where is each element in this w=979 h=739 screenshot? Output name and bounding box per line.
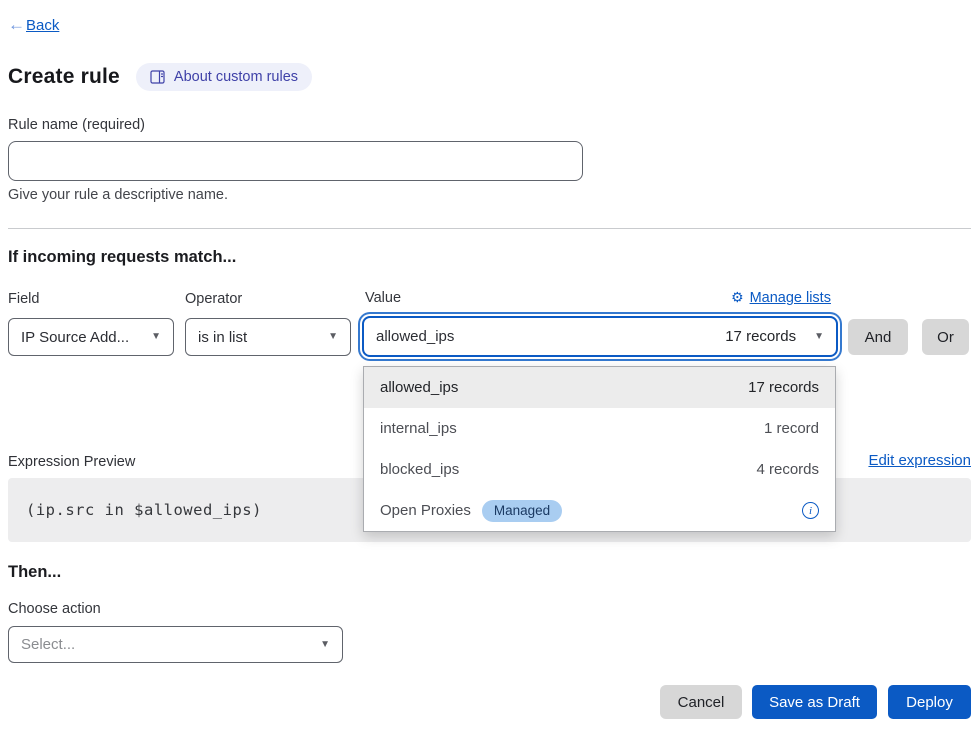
rule-name-help-text: Give your rule a descriptive name. — [8, 187, 228, 203]
action-select-placeholder: Select... — [21, 636, 75, 653]
book-icon — [150, 70, 165, 84]
back-link[interactable]: ←Back — [8, 15, 59, 35]
operator-label: Operator — [185, 291, 242, 307]
info-icon[interactable]: i — [802, 502, 819, 519]
save-as-draft-button[interactable]: Save as Draft — [752, 685, 877, 719]
list-item-records: 1 record — [764, 420, 819, 437]
then-section-heading: Then... — [8, 563, 61, 582]
chevron-down-icon: ▼ — [151, 332, 161, 342]
expression-code: (ip.src in $allowed_ips) — [26, 501, 262, 519]
list-item-name: blocked_ips — [380, 461, 459, 478]
section-divider — [8, 228, 971, 229]
page-title: Create rule — [8, 65, 120, 89]
operator-select-value: is in list — [198, 329, 247, 346]
rule-name-label: Rule name (required) — [8, 117, 145, 133]
back-link-label[interactable]: Back — [26, 17, 59, 34]
title-row: Create rule About custom rules — [8, 63, 312, 91]
chevron-down-icon: ▼ — [328, 332, 338, 342]
about-custom-rules-link[interactable]: About custom rules — [136, 63, 312, 91]
chevron-down-icon: ▼ — [814, 332, 824, 342]
cancel-button[interactable]: Cancel — [660, 685, 742, 719]
or-button[interactable]: Or — [922, 319, 969, 355]
value-dropdown-listbox: allowed_ips 17 records internal_ips 1 re… — [363, 366, 836, 532]
back-arrow-icon: ← — [8, 15, 25, 35]
and-button[interactable]: And — [848, 319, 908, 355]
expression-preview-label: Expression Preview — [8, 454, 135, 470]
field-select[interactable]: IP Source Add... ▼ — [8, 318, 174, 356]
deploy-button[interactable]: Deploy — [888, 685, 971, 719]
rule-name-input[interactable] — [8, 141, 583, 181]
gear-icon: ⚙ — [731, 289, 744, 306]
list-item-internal-ips[interactable]: internal_ips 1 record — [364, 408, 835, 449]
list-item-name: Open Proxies — [380, 502, 471, 519]
value-select[interactable]: allowed_ips 17 records ▼ — [362, 316, 838, 357]
edit-expression-link[interactable]: Edit expression — [868, 452, 971, 469]
list-item-allowed-ips[interactable]: allowed_ips 17 records — [364, 367, 835, 408]
list-item-records: 4 records — [756, 461, 819, 478]
managed-badge: Managed — [482, 500, 562, 522]
list-item-open-proxies[interactable]: Open Proxies Managed i — [364, 490, 835, 531]
action-select[interactable]: Select... ▼ — [8, 626, 343, 663]
about-custom-rules-label: About custom rules — [174, 69, 298, 85]
list-item-blocked-ips[interactable]: blocked_ips 4 records — [364, 449, 835, 490]
list-item-name: allowed_ips — [380, 379, 458, 396]
list-item-name: internal_ips — [380, 420, 457, 437]
list-item-records: 17 records — [748, 379, 819, 396]
field-label: Field — [8, 291, 39, 307]
value-label: Value — [365, 290, 401, 306]
match-section-heading: If incoming requests match... — [8, 248, 236, 267]
operator-select[interactable]: is in list ▼ — [185, 318, 351, 356]
manage-lists-link[interactable]: ⚙ Manage lists — [731, 289, 831, 306]
chevron-down-icon: ▼ — [320, 640, 330, 650]
value-select-value: allowed_ips — [376, 328, 454, 345]
field-select-value: IP Source Add... — [21, 329, 129, 346]
manage-lists-label[interactable]: Manage lists — [750, 290, 831, 306]
value-select-records: 17 records — [725, 328, 796, 345]
choose-action-label: Choose action — [8, 601, 101, 617]
